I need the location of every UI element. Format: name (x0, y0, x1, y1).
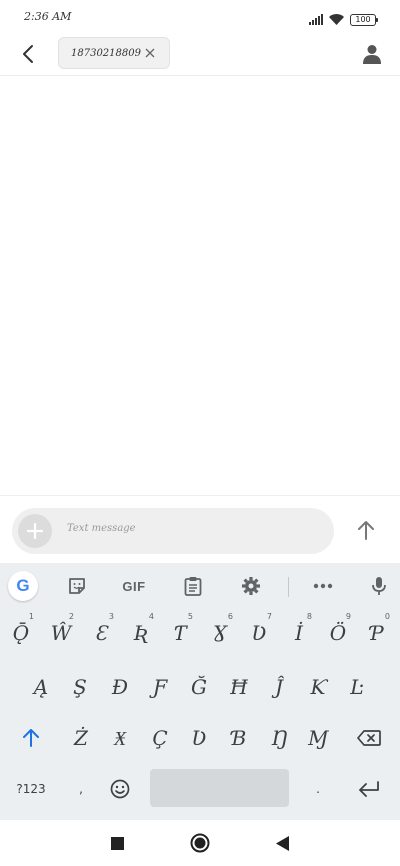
key-s[interactable]: Ş (61, 665, 99, 709)
keyboard: G GIF Ǭ1 Ŵ2 Ɛ3 Ʀ4 Ƭ5 Ɣ6 Ʋ7 İ8 Ö9 Ƥ 0 Ą Ş… (0, 563, 400, 820)
key-r[interactable]: Ʀ4 (122, 611, 160, 655)
compose-field[interactable]: Text message (12, 508, 334, 554)
send-button[interactable] (352, 516, 380, 544)
microphone-icon (372, 577, 386, 595)
add-attachment-button[interactable] (18, 514, 52, 548)
key-t[interactable]: Ƭ5 (161, 611, 199, 655)
sticker-icon (69, 578, 85, 594)
key-y[interactable]: Ɣ6 (201, 611, 239, 655)
recents-button[interactable] (104, 830, 130, 856)
key-j[interactable]: Ĵ (260, 665, 298, 709)
send-arrow-icon (358, 521, 374, 540)
key-g[interactable]: Ğ (180, 665, 218, 709)
enter-key[interactable] (345, 767, 393, 811)
google-icon: G (8, 571, 38, 601)
key-h[interactable]: Ħ (220, 665, 258, 709)
person-icon (363, 45, 381, 64)
emoji-icon (110, 779, 130, 799)
settings-button[interactable] (236, 571, 266, 601)
remove-recipient-button[interactable] (143, 46, 157, 60)
plus-icon (27, 523, 43, 539)
key-d[interactable]: Ɖ (101, 665, 139, 709)
home-circle-icon (190, 833, 210, 853)
key-v[interactable]: Ʋ (180, 716, 218, 760)
key-q[interactable]: Ǭ1 (2, 611, 40, 655)
recents-square-icon (110, 836, 124, 850)
period-key[interactable]: . (299, 767, 337, 811)
key-row-3: Ż Ӿ Ç Ʋ Ɓ Ŋ Ɱ (0, 714, 400, 762)
recipient-chip[interactable]: 18730218809 (58, 37, 170, 69)
conversation-header: 18730218809 (0, 32, 400, 76)
key-c[interactable]: Ç (141, 716, 179, 760)
back-triangle-icon (275, 835, 289, 851)
key-a[interactable]: Ą (22, 665, 60, 709)
shift-key[interactable] (6, 716, 56, 760)
key-w[interactable]: Ŵ2 (42, 611, 80, 655)
signal-icon (309, 10, 323, 29)
keyboard-toolbar: G GIF (0, 563, 400, 609)
message-thread (0, 77, 400, 495)
key-n[interactable]: Ŋ (260, 716, 298, 760)
home-button[interactable] (187, 830, 213, 856)
compose-bar: Text message (0, 495, 400, 562)
back-nav-button[interactable] (269, 830, 295, 856)
navigation-bar (0, 820, 400, 866)
microphone-button[interactable] (364, 571, 394, 601)
key-row-4: ?123 , . (0, 765, 400, 813)
gif-icon: GIF (122, 578, 146, 594)
backspace-key[interactable] (345, 716, 393, 760)
symbols-key[interactable]: ?123 (8, 767, 54, 811)
wifi-icon (329, 10, 344, 29)
key-m[interactable]: Ɱ (299, 716, 337, 760)
back-arrow-icon (23, 45, 33, 63)
status-bar: 2:36 AM 100 (0, 0, 400, 32)
key-e[interactable]: Ɛ3 (82, 611, 120, 655)
google-button[interactable]: G (8, 571, 38, 601)
backspace-icon (357, 730, 381, 746)
key-i[interactable]: İ8 (280, 611, 318, 655)
key-z[interactable]: Ż (62, 716, 100, 760)
clipboard-icon (184, 577, 202, 596)
emoji-key[interactable] (101, 767, 139, 811)
key-k[interactable]: Ƙ (299, 665, 337, 709)
back-button[interactable] (14, 40, 42, 68)
recipient-number: 18730218809 (71, 47, 141, 59)
space-key[interactable] (150, 769, 289, 807)
key-row-1: Ǭ1 Ŵ2 Ɛ3 Ʀ4 Ƭ5 Ɣ6 Ʋ7 İ8 Ö9 Ƥ0 (0, 609, 400, 657)
settings-icon (242, 577, 260, 595)
enter-icon (359, 781, 379, 797)
more-button[interactable] (308, 571, 338, 601)
key-l[interactable]: Ŀ (338, 665, 376, 709)
status-time: 2:36 AM (24, 10, 72, 23)
shift-arrow-icon (23, 729, 39, 747)
key-p[interactable]: Ƥ0 (358, 611, 396, 655)
clipboard-button[interactable] (178, 571, 208, 601)
comma-key[interactable]: , (62, 767, 100, 811)
key-b[interactable]: Ɓ (220, 716, 258, 760)
key-o[interactable]: Ö9 (319, 611, 357, 655)
key-x[interactable]: Ӿ (101, 716, 139, 760)
key-row-2: Ą Ş Ɖ Ƒ Ğ Ħ Ĵ Ƙ Ŀ (0, 663, 400, 711)
compose-placeholder: Text message (67, 523, 136, 534)
toolbar-divider (288, 577, 289, 597)
sticker-button[interactable] (62, 571, 92, 601)
more-icon (313, 583, 333, 589)
status-icons: 100 (309, 10, 378, 29)
battery-icon: 100 (350, 13, 378, 26)
gif-button[interactable]: GIF (116, 571, 152, 601)
key-f[interactable]: Ƒ (141, 665, 179, 709)
key-u[interactable]: Ʋ7 (240, 611, 278, 655)
contact-button[interactable] (358, 40, 386, 68)
close-icon (145, 48, 155, 58)
